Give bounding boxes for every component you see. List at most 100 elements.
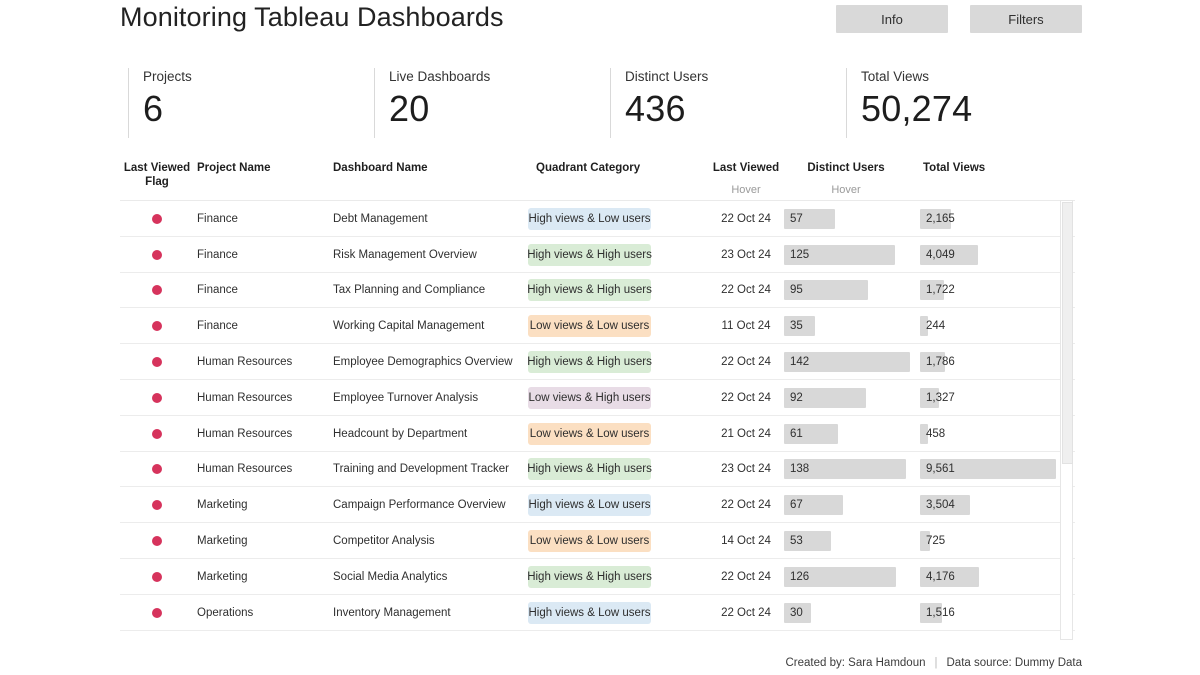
cell-last-viewed-flag[interactable] <box>122 487 192 523</box>
cell-last-viewed-flag[interactable] <box>122 595 192 631</box>
cell-dashboard-name[interactable]: Debt Management <box>333 201 531 237</box>
cell-distinct-users[interactable]: 30 <box>784 595 910 631</box>
cell-last-viewed-flag[interactable] <box>122 237 192 273</box>
column-header-distinct-users[interactable]: Distinct Users Hover <box>792 161 900 197</box>
cell-dashboard-name[interactable]: Employee Demographics Overview <box>333 344 531 380</box>
cell-project-name[interactable]: Finance <box>197 201 327 237</box>
cell-total-views[interactable]: 458 <box>920 416 1056 452</box>
cell-last-viewed-flag[interactable] <box>122 380 192 416</box>
cell-last-viewed-flag[interactable] <box>122 523 192 559</box>
cell-quadrant-category[interactable]: Low views & High users <box>528 380 664 416</box>
cell-distinct-users[interactable]: 92 <box>784 380 910 416</box>
cell-total-views[interactable]: 1,327 <box>920 380 1056 416</box>
column-header-quadrant-category[interactable]: Quadrant Category <box>536 161 640 175</box>
cell-project-name[interactable]: Marketing <box>197 487 327 523</box>
cell-total-views[interactable]: 1,516 <box>920 595 1056 631</box>
cell-project-name[interactable]: Human Resources <box>197 452 327 488</box>
cell-dashboard-name[interactable]: Headcount by Department <box>333 416 531 452</box>
cell-distinct-users[interactable]: 138 <box>784 452 910 488</box>
cell-total-views[interactable]: 3,504 <box>920 487 1056 523</box>
table-row[interactable]: Finance Working Capital Management Low vie… <box>120 308 1075 345</box>
cell-dashboard-name[interactable]: Employee Turnover Analysis <box>333 380 531 416</box>
table-row[interactable]: Human Resources Employee Demographics Ove… <box>120 344 1075 380</box>
table-row[interactable]: Marketing Campaign Performance Overview Hi… <box>120 487 1075 524</box>
cell-last-viewed-flag[interactable] <box>122 273 192 309</box>
cell-dashboard-name[interactable]: Working Capital Management <box>333 308 531 344</box>
cell-dashboard-name[interactable]: Inventory Management <box>333 595 531 631</box>
cell-total-views[interactable]: 725 <box>920 523 1056 559</box>
table-vertical-scrollbar[interactable] <box>1060 200 1073 640</box>
cell-project-name[interactable]: Operations <box>197 595 327 631</box>
cell-total-views[interactable]: 1,722 <box>920 273 1056 309</box>
column-header-last-viewed[interactable]: Last Viewed Hover <box>691 161 801 197</box>
cell-distinct-users[interactable]: 126 <box>784 559 910 595</box>
table-row[interactable]: Operations Inventory Management High views… <box>120 595 1075 631</box>
cell-total-views[interactable]: 1,786 <box>920 344 1056 380</box>
cell-total-views[interactable]: 9,561 <box>920 452 1056 488</box>
cell-project-name[interactable]: Human Resources <box>197 344 327 380</box>
cell-project-name[interactable]: Finance <box>197 237 327 273</box>
cell-project-name[interactable]: Human Resources <box>197 380 327 416</box>
cell-quadrant-category[interactable]: High views & High users <box>527 344 664 380</box>
cell-distinct-users[interactable]: 57 <box>784 201 910 237</box>
cell-quadrant-category[interactable]: High views & Low users <box>528 487 664 523</box>
table-row[interactable]: Marketing Social Media Analytics High view… <box>120 559 1075 595</box>
cell-total-views[interactable]: 244 <box>920 308 1056 344</box>
cell-distinct-users[interactable]: 95 <box>784 273 910 309</box>
table-row[interactable]: Finance Risk Management Overview High view… <box>120 237 1075 273</box>
table-row[interactable]: Human Resources Headcount by Department Lo… <box>120 416 1075 452</box>
cell-project-name[interactable]: Marketing <box>197 523 327 559</box>
cell-total-views[interactable]: 4,049 <box>920 237 1056 273</box>
cell-distinct-users[interactable]: 53 <box>784 523 910 559</box>
cell-dashboard-name[interactable]: Social Media Analytics <box>333 559 531 595</box>
cell-last-viewed-flag[interactable] <box>122 344 192 380</box>
cell-last-viewed-flag[interactable] <box>122 201 192 237</box>
table-row[interactable]: Finance Debt Management High views & Low u… <box>120 201 1075 237</box>
cell-dashboard-name[interactable]: Competitor Analysis <box>333 523 531 559</box>
flag-dot-icon <box>152 464 162 475</box>
cell-distinct-users[interactable]: 61 <box>784 416 910 452</box>
cell-total-views[interactable]: 4,176 <box>920 559 1056 595</box>
cell-project-name[interactable]: Marketing <box>197 559 327 595</box>
table-row[interactable]: Marketing Competitor Analysis Low views & … <box>120 523 1075 559</box>
cell-project-name[interactable]: Finance <box>197 273 327 309</box>
cell-dashboard-name[interactable]: Training and Development Tracker <box>333 452 531 488</box>
cell-distinct-users[interactable]: 125 <box>784 237 910 273</box>
filters-button[interactable]: Filters <box>970 5 1082 33</box>
cell-quadrant-category[interactable]: High views & High users <box>527 559 664 595</box>
table-row[interactable]: Human Resources Training and Development … <box>120 452 1075 488</box>
cell-dashboard-name[interactable]: Tax Planning and Compliance <box>333 273 531 309</box>
cell-quadrant-category[interactable]: Low views & Low users <box>528 416 664 452</box>
cell-project-name[interactable]: Finance <box>197 308 327 344</box>
table-body[interactable]: Finance Debt Management High views & Low u… <box>120 200 1075 641</box>
column-header-last-viewed-flag[interactable]: Last Viewed Flag <box>122 161 192 189</box>
cell-distinct-users[interactable]: 142 <box>784 344 910 380</box>
cell-last-viewed-flag[interactable] <box>122 416 192 452</box>
cell-total-views[interactable]: 2,165 <box>920 201 1056 237</box>
cell-dashboard-name[interactable]: Campaign Performance Overview <box>333 487 531 523</box>
cell-distinct-users[interactable]: 35 <box>784 308 910 344</box>
cell-quadrant-category[interactable]: Low views & Low users <box>528 523 664 559</box>
column-header-dashboard-name[interactable]: Dashboard Name <box>333 161 428 175</box>
cell-quadrant-category[interactable]: High views & High users <box>527 452 664 488</box>
cell-distinct-users[interactable]: 67 <box>784 487 910 523</box>
cell-last-viewed-flag[interactable] <box>122 559 192 595</box>
total-views-value: 9,561 <box>926 463 955 476</box>
cell-quadrant-category[interactable]: High views & Low users <box>528 201 664 237</box>
column-header-last-viewed-hover-hint: Hover <box>731 184 761 196</box>
total-views-value: 1,722 <box>926 284 955 297</box>
cell-quadrant-category[interactable]: High views & Low users <box>528 595 664 631</box>
cell-last-viewed-flag[interactable] <box>122 452 192 488</box>
cell-quadrant-category[interactable]: High views & High users <box>527 273 664 309</box>
cell-last-viewed-flag[interactable] <box>122 308 192 344</box>
table-row[interactable]: Human Resources Employee Turnover Analysi… <box>120 380 1075 416</box>
cell-quadrant-category[interactable]: Low views & Low users <box>528 308 664 344</box>
scrollbar-thumb[interactable] <box>1062 202 1073 464</box>
info-button[interactable]: Info <box>836 5 948 33</box>
cell-dashboard-name[interactable]: Risk Management Overview <box>333 237 531 273</box>
cell-project-name[interactable]: Human Resources <box>197 416 327 452</box>
table-row[interactable]: Finance Tax Planning and Compliance High v… <box>120 273 1075 309</box>
column-header-project-name[interactable]: Project Name <box>197 161 271 175</box>
column-header-total-views[interactable]: Total Views <box>923 161 985 175</box>
cell-quadrant-category[interactable]: High views & High users <box>527 237 664 273</box>
